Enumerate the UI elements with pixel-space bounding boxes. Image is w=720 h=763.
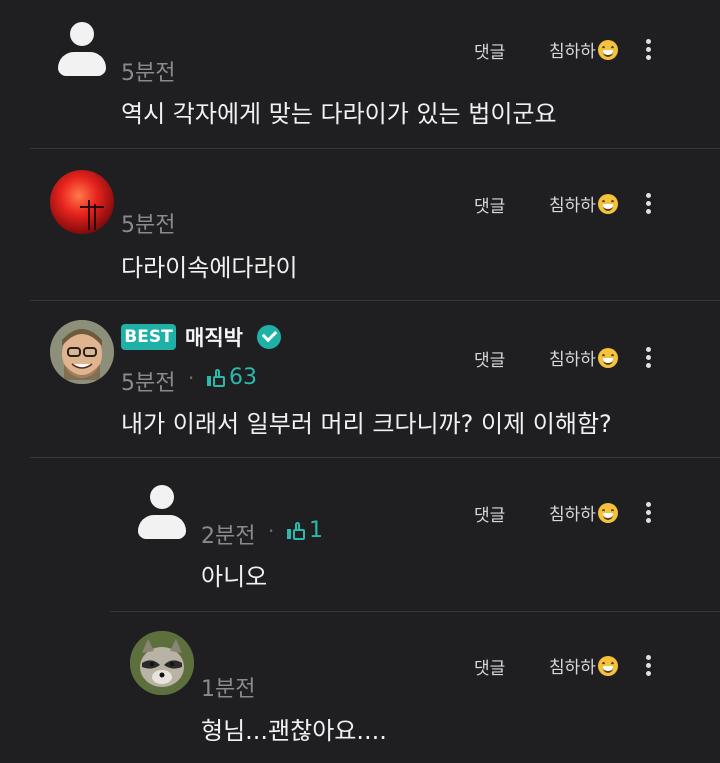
comment-time: 2분전 xyxy=(201,524,256,549)
more-options-icon[interactable] xyxy=(646,39,652,63)
avatar-image xyxy=(130,631,194,695)
comment-time: 5분전 xyxy=(121,213,176,238)
comment-text: 내가 이래서 일부러 머리 크다니까? 이제 이해함? xyxy=(121,410,612,438)
comment-text: 역시 각자에게 맞는 다라이가 있는 법이군요 xyxy=(121,100,557,128)
comment-time: 5분전 xyxy=(121,61,176,86)
more-options-icon[interactable] xyxy=(646,502,652,526)
react-label: 침하하 xyxy=(549,42,596,62)
divider xyxy=(30,148,720,149)
avatar-image xyxy=(80,200,104,230)
react-button[interactable]: 침하하 xyxy=(549,37,618,62)
avatar[interactable] xyxy=(50,170,114,234)
like-count-value: 1 xyxy=(309,518,323,543)
react-button[interactable]: 침하하 xyxy=(549,191,618,216)
user-head-icon xyxy=(70,22,94,46)
reply-button[interactable]: 댓글 xyxy=(474,346,505,371)
more-options-icon[interactable] xyxy=(646,347,652,371)
separator-dot: · xyxy=(268,519,275,543)
like-count[interactable]: 63 xyxy=(207,365,257,390)
react-button[interactable]: 침하하 xyxy=(549,500,618,525)
react-label: 침하하 xyxy=(549,350,596,370)
reply-button[interactable]: 댓글 xyxy=(474,192,505,217)
user-head-icon xyxy=(150,485,174,509)
like-count[interactable]: 1 xyxy=(287,518,323,543)
divider xyxy=(30,457,720,458)
react-label: 침하하 xyxy=(549,196,596,216)
avatar-image xyxy=(50,320,114,384)
reply-button[interactable]: 댓글 xyxy=(474,501,505,526)
react-label: 침하하 xyxy=(549,658,596,678)
like-count-value: 63 xyxy=(229,365,257,390)
avatar[interactable] xyxy=(50,320,114,384)
divider xyxy=(30,300,720,301)
thumbs-up-icon xyxy=(287,521,305,540)
divider xyxy=(110,611,720,612)
reply-button[interactable]: 댓글 xyxy=(474,654,505,679)
user-body-icon xyxy=(138,515,186,539)
laughing-emoji-icon xyxy=(597,347,618,368)
react-label: 침하하 xyxy=(549,505,596,525)
avatar[interactable] xyxy=(130,631,194,695)
best-badge: BEST xyxy=(121,324,176,350)
laughing-emoji-icon xyxy=(597,39,618,60)
comment-time: 1분전 xyxy=(201,677,256,702)
laughing-emoji-icon xyxy=(597,655,618,676)
comment-text: 다라이속에다라이 xyxy=(121,254,298,282)
comment-time: 5분전 xyxy=(121,371,176,396)
separator-dot: · xyxy=(188,366,195,390)
comment-text: 아니오 xyxy=(201,563,268,591)
avatar[interactable] xyxy=(130,481,194,545)
avatar[interactable] xyxy=(50,18,114,82)
reply-button[interactable]: 댓글 xyxy=(474,38,505,63)
user-body-icon xyxy=(58,52,106,76)
username[interactable]: 매직박 xyxy=(185,322,243,352)
react-button[interactable]: 침하하 xyxy=(549,345,618,370)
laughing-emoji-icon xyxy=(597,502,618,523)
thumbs-up-icon xyxy=(207,368,225,387)
comment-text: 형님...괜찮아요.... xyxy=(201,717,387,745)
more-options-icon[interactable] xyxy=(646,193,652,217)
verified-check-icon xyxy=(257,325,281,349)
laughing-emoji-icon xyxy=(597,193,618,214)
more-options-icon[interactable] xyxy=(646,655,652,679)
react-button[interactable]: 침하하 xyxy=(549,653,618,678)
